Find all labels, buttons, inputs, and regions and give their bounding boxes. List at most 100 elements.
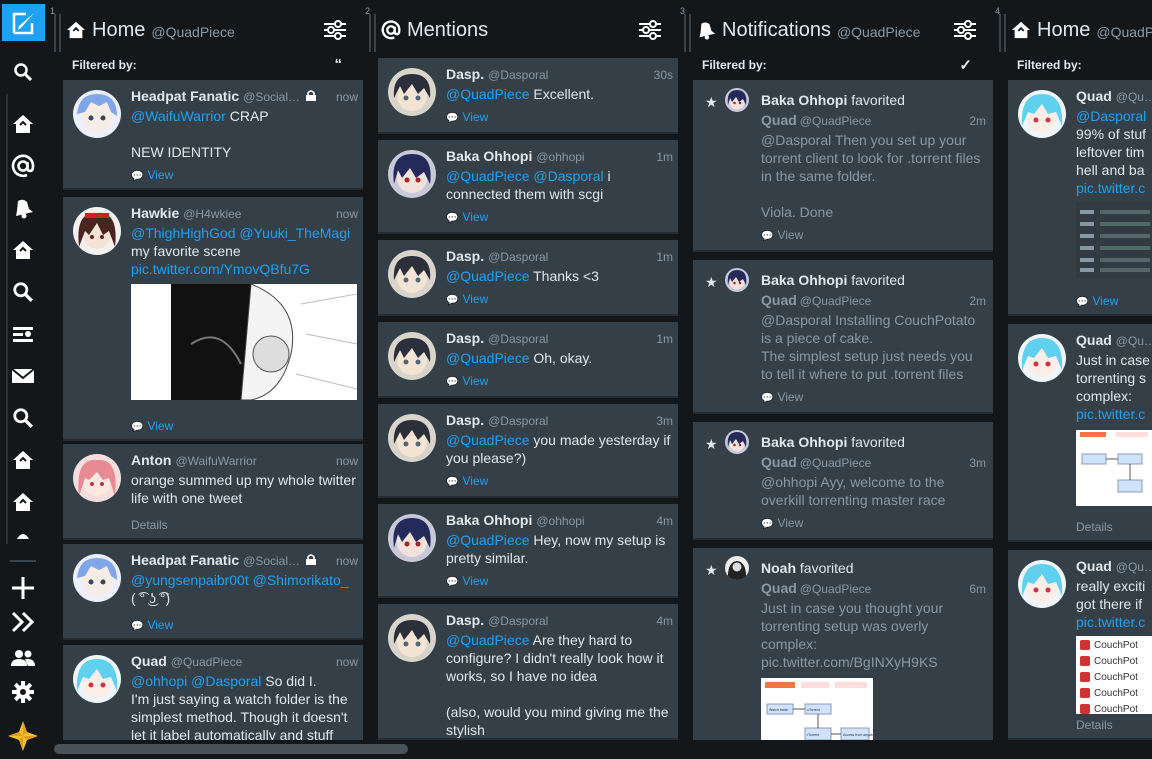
actor-avatar[interactable]: [725, 556, 749, 580]
nav-search-2[interactable]: [9, 278, 37, 306]
tweet-card[interactable]: Dasp. @Dasporal 3m @QuadPiece you made yest…: [378, 404, 683, 498]
tweet-image-thumbnail[interactable]: [1076, 202, 1152, 278]
details-link[interactable]: Details: [1076, 520, 1113, 534]
mention-link[interactable]: @yungsenpaibr00t @Shimorikato_: [131, 572, 349, 588]
mention-link[interactable]: pic.twitter.c: [1076, 180, 1145, 196]
mention-link[interactable]: @ohhopi @Dasporal: [131, 673, 261, 689]
column-settings-button[interactable]: [954, 20, 976, 45]
column-settings-button[interactable]: [324, 20, 346, 45]
add-column-button[interactable]: [9, 574, 37, 602]
avatar[interactable]: [73, 554, 121, 602]
actor-avatar[interactable]: [725, 430, 749, 454]
settings-button[interactable]: [9, 678, 37, 706]
tweet-time[interactable]: 30s: [654, 68, 673, 82]
nav-notifications[interactable]: [9, 194, 37, 222]
view-link[interactable]: 💬 View: [446, 292, 488, 306]
details-link[interactable]: Details: [131, 518, 168, 532]
view-link[interactable]: 💬 View: [761, 228, 803, 242]
tweet-time[interactable]: 1m: [656, 332, 673, 346]
avatar[interactable]: [388, 68, 436, 116]
nav-search-3[interactable]: [9, 404, 37, 432]
actor-name[interactable]: Baka Ohhopi: [761, 92, 847, 108]
tweet-author[interactable]: Dasp. @Dasporal: [446, 248, 548, 264]
tweet-author[interactable]: Headpat Fanatic @Social…: [131, 88, 317, 104]
tweet-card[interactable]: Quad @Qu… @Dasporal 99% of stuf leftover t…: [1008, 80, 1152, 316]
compose-tweet-button[interactable]: [2, 4, 45, 41]
view-link[interactable]: 💬 View: [761, 516, 803, 530]
tweet-time[interactable]: 4m: [656, 614, 673, 628]
column-header[interactable]: Notifications @QuadPiece: [696, 12, 984, 48]
nav-home-2[interactable]: [9, 236, 37, 264]
tweet-time[interactable]: 1m: [656, 150, 673, 164]
avatar[interactable]: [1018, 334, 1066, 382]
tweet-author[interactable]: Quad @Qu…: [1076, 332, 1152, 348]
nav-home-3[interactable]: [9, 446, 37, 474]
avatar[interactable]: [73, 207, 121, 255]
tweet-author[interactable]: Quad @Qu…: [1076, 88, 1152, 104]
tweet-image[interactable]: Watch folder uTorrent rTorrent Access from …: [761, 678, 873, 740]
mention-link[interactable]: @QuadPiece: [446, 86, 529, 102]
tweet-card[interactable]: Quad @Qu… really exciti got there if pic.t…: [1008, 550, 1152, 740]
filter-toggle-icon[interactable]: “: [335, 56, 343, 73]
column-header[interactable]: Mentions: [381, 12, 669, 48]
mention-link[interactable]: @Dasporal: [1076, 108, 1146, 124]
tweet-author[interactable]: Baka Ohhopi @ohhopi: [446, 512, 585, 528]
column-settings-button[interactable]: [639, 20, 661, 45]
tweet-author[interactable]: Quad @QuadPiece: [131, 653, 242, 669]
notification-card[interactable]: ★ Noah favorited Quad @QuadPiece 6m Just in c…: [693, 548, 998, 740]
view-link[interactable]: 💬 View: [446, 574, 488, 588]
mention-link[interactable]: pic.twitter.c: [1076, 614, 1145, 630]
tweet-time[interactable]: 1m: [656, 250, 673, 264]
tweet-author[interactable]: Headpat Fanatic @Social…: [131, 552, 317, 568]
avatar[interactable]: [388, 332, 436, 380]
avatar[interactable]: [1018, 90, 1066, 138]
expand-nav-button[interactable]: [9, 608, 37, 636]
view-link[interactable]: 💬 View: [1076, 294, 1118, 308]
mention-link[interactable]: pic.twitter.com/YmovQBfu7G: [131, 261, 310, 277]
nav-collapse[interactable]: [9, 526, 37, 542]
tweet-time[interactable]: now: [336, 90, 358, 104]
notification-card[interactable]: ★ Baka Ohhopi favorited Quad @QuadPiece 2m @D…: [693, 80, 998, 252]
column-header[interactable]: Home @QuadPiece: [1011, 12, 1152, 48]
nav-mentions[interactable]: [9, 152, 37, 180]
mention-link[interactable]: @QuadPiece: [446, 350, 529, 366]
notification-card[interactable]: ★ Baka Ohhopi favorited Quad @QuadPiece 3m @o…: [693, 422, 998, 540]
view-link[interactable]: 💬 View: [761, 390, 803, 404]
scrollbar-thumb[interactable]: [54, 744, 408, 754]
column-drag-handle[interactable]: [369, 14, 376, 52]
tweet-image-thumbnail[interactable]: CouchPot CouchPot CouchPot CouchPot CouchPot: [1076, 636, 1152, 714]
tweet-card[interactable]: Headpat Fanatic @Social… now @WaifuWarrior …: [63, 80, 368, 190]
tweet-card[interactable]: Dasp. @Dasporal 1m @QuadPiece Thanks <3 💬 Vie…: [378, 240, 683, 316]
mention-link[interactable]: @ThighHighGod @Yuuki_TheMagi: [131, 225, 350, 241]
view-link[interactable]: 💬 View: [446, 210, 488, 224]
tweet-author[interactable]: Anton @WaifuWarrior: [131, 452, 257, 468]
filter-toggle-icon[interactable]: ✓: [959, 56, 972, 74]
avatar[interactable]: [73, 90, 121, 138]
tweet-author[interactable]: Quad @Qu…: [1076, 558, 1152, 574]
nav-home-4[interactable]: [9, 488, 37, 516]
avatar[interactable]: [1018, 560, 1066, 608]
column-drag-handle[interactable]: [54, 14, 61, 52]
actor-avatar[interactable]: [725, 268, 749, 292]
notification-card[interactable]: ★ Baka Ohhopi favorited Quad @QuadPiece 2m @D…: [693, 260, 998, 414]
tweet-author[interactable]: Dasp. @Dasporal: [446, 66, 548, 82]
tweet-card[interactable]: Headpat Fanatic @Social… now @yungsenpaibr0…: [63, 544, 368, 640]
avatar[interactable]: [73, 454, 121, 502]
tweet-card[interactable]: Quad @QuadPiece now @ohhopi @Dasporal So di…: [63, 645, 368, 740]
avatar[interactable]: [388, 414, 436, 462]
tweet-image-thumbnail[interactable]: [1076, 430, 1152, 506]
mention-link[interactable]: @QuadPiece: [446, 532, 529, 548]
tweet-card[interactable]: Baka Ohhopi @ohhopi 1m @QuadPiece @Dasporal…: [378, 140, 683, 234]
tweet-author[interactable]: Dasp. @Dasporal: [446, 330, 548, 346]
actor-avatar[interactable]: [725, 88, 749, 112]
actor-name[interactable]: Baka Ohhopi: [761, 272, 847, 288]
tweet-author[interactable]: Hawkie @H4wkiee: [131, 205, 241, 221]
tweet-card[interactable]: Hawkie @H4wkiee now @ThighHighGod @Yuuki_Th…: [63, 197, 368, 441]
avatar[interactable]: [388, 250, 436, 298]
mention-link[interactable]: pic.twitter.c: [1076, 406, 1145, 422]
tweet-card[interactable]: Dasp. @Dasporal 4m @QuadPiece Are they hard…: [378, 604, 683, 740]
nav-search[interactable]: [9, 58, 37, 86]
column-drag-handle[interactable]: [999, 14, 1006, 52]
column-drag-handle[interactable]: [684, 14, 691, 52]
tweet-time[interactable]: now: [336, 454, 358, 468]
